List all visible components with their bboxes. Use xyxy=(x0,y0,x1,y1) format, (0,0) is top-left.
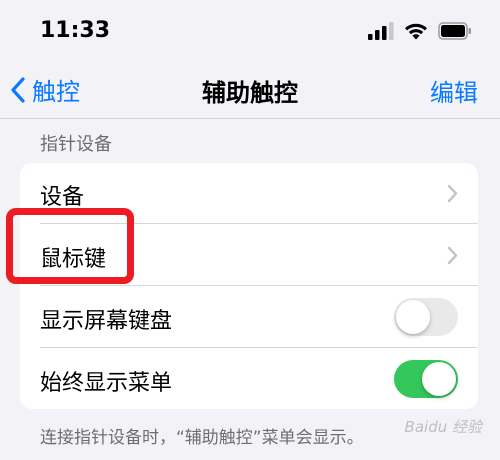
section-header: 指针设备 xyxy=(40,134,112,155)
settings-group: 设备 鼠标键 显示屏幕键盘 始终显示菜单 xyxy=(20,163,478,409)
divider xyxy=(40,285,478,286)
section-footer: 连接指针设备时，“辅助触控”菜单会显示。 xyxy=(40,428,364,448)
battery-icon xyxy=(438,22,472,44)
onscreen-keyboard-toggle[interactable] xyxy=(394,298,458,336)
list-item-always-show-menu: 始终显示菜单 xyxy=(20,349,478,409)
chevron-right-icon xyxy=(447,246,458,265)
toggle-knob xyxy=(422,362,456,396)
divider xyxy=(40,347,478,348)
edit-button[interactable]: 编辑 xyxy=(430,73,478,108)
status-time: 11:33 xyxy=(40,18,111,43)
always-show-menu-toggle[interactable] xyxy=(394,360,458,398)
screen: 11:33 触控 辅助触控 编辑 指针设备 设备 鼠标键 显示屏幕键盘 始终显示… xyxy=(0,0,500,460)
cellular-signal-icon xyxy=(368,22,394,44)
page-title: 辅助触控 xyxy=(202,79,298,107)
toggle-knob xyxy=(396,300,430,334)
chevron-right-icon xyxy=(447,184,458,203)
list-item-onscreen-keyboard: 显示屏幕键盘 xyxy=(20,287,478,348)
status-icons xyxy=(368,22,472,44)
row-label: 显示屏幕键盘 xyxy=(40,309,173,334)
row-label: 设备 xyxy=(40,185,85,210)
wifi-icon xyxy=(404,22,428,44)
navigation-bar: 触控 辅助触控 编辑 xyxy=(0,60,500,119)
row-label: 始终显示菜单 xyxy=(40,371,173,396)
watermark: Baidu 经验 xyxy=(404,418,482,436)
highlight-annotation xyxy=(6,208,134,284)
status-bar: 11:33 xyxy=(0,0,500,60)
